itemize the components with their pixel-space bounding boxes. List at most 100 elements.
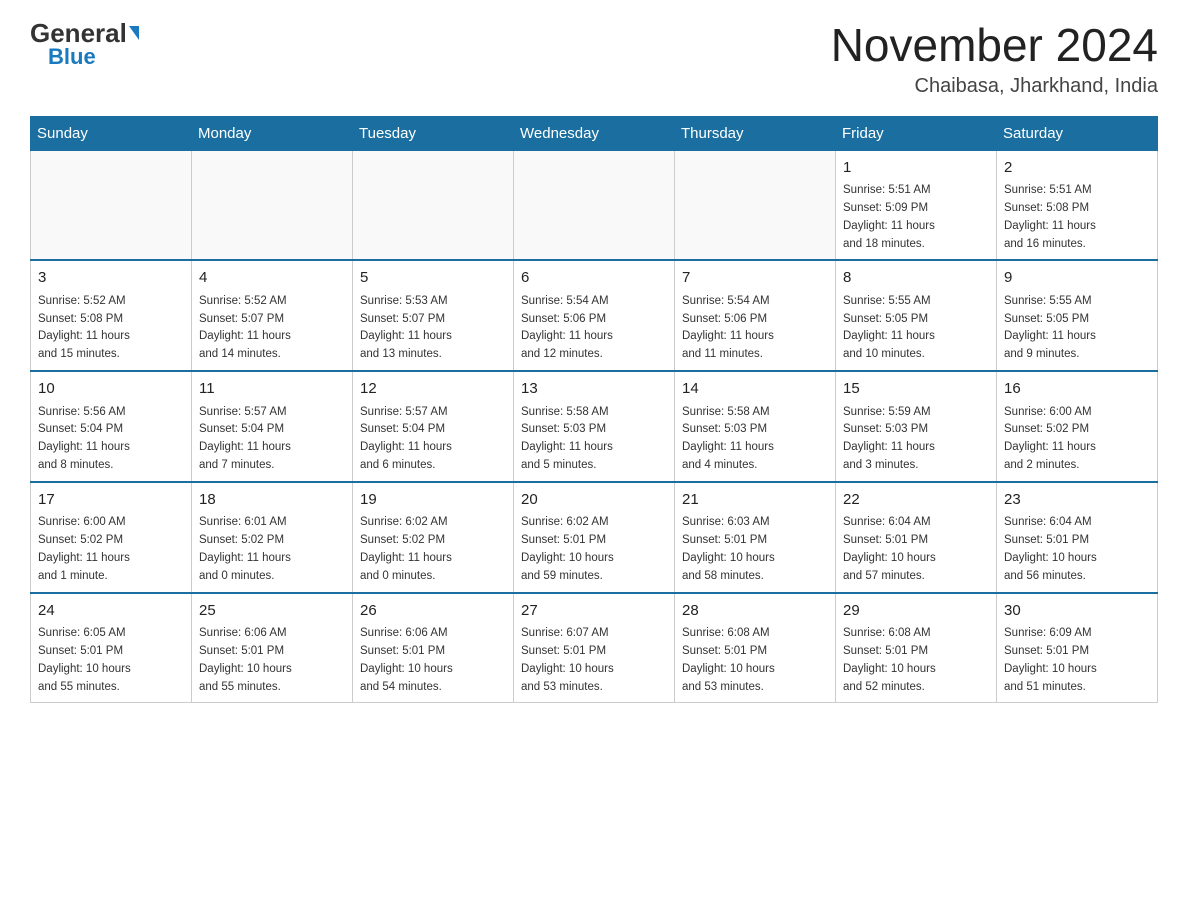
day-number: 24 [38, 600, 184, 623]
logo: General Blue [30, 20, 139, 68]
day-info: Sunrise: 6:09 AMSunset: 5:01 PMDaylight:… [1004, 625, 1150, 696]
day-info: Sunrise: 5:57 AMSunset: 5:04 PMDaylight:… [360, 404, 506, 475]
day-number: 9 [1004, 267, 1150, 290]
week-row-1: 1Sunrise: 5:51 AMSunset: 5:09 PMDaylight… [31, 150, 1158, 260]
calendar-cell: 9 Sunrise: 5:55 AMSunset: 5:05 PMDaylight… [997, 260, 1158, 371]
day-info: Sunrise: 6:02 AMSunset: 5:02 PMDaylight:… [360, 514, 506, 585]
day-info: Sunrise: 5:54 AMSunset: 5:06 PMDaylight:… [682, 293, 828, 364]
day-info: Sunrise: 5:51 AMSunset: 5:09 PMDaylight:… [843, 182, 989, 253]
calendar-cell: 17Sunrise: 6:00 AMSunset: 5:02 PMDayligh… [31, 482, 192, 593]
logo-triangle-icon [129, 26, 139, 40]
day-number: 20 [521, 489, 667, 512]
day-number: 29 [843, 600, 989, 623]
day-info: Sunrise: 5:54 AMSunset: 5:06 PMDaylight:… [521, 293, 667, 364]
calendar-cell [675, 150, 836, 260]
day-info: Sunrise: 6:06 AMSunset: 5:01 PMDaylight:… [199, 625, 345, 696]
day-number: 21 [682, 489, 828, 512]
day-number: 15 [843, 378, 989, 401]
calendar-cell: 5 Sunrise: 5:53 AMSunset: 5:07 PMDaylight… [353, 260, 514, 371]
week-row-2: 3Sunrise: 5:52 AMSunset: 5:08 PMDaylight… [31, 260, 1158, 371]
calendar-cell: 24Sunrise: 6:05 AMSunset: 5:01 PMDayligh… [31, 593, 192, 703]
calendar-cell: 12 Sunrise: 5:57 AMSunset: 5:04 PMDayligh… [353, 371, 514, 482]
calendar-table: SundayMondayTuesdayWednesdayThursdayFrid… [30, 116, 1158, 704]
day-info: Sunrise: 6:08 AMSunset: 5:01 PMDaylight:… [843, 625, 989, 696]
day-number: 26 [360, 600, 506, 623]
day-info: Sunrise: 5:58 AMSunset: 5:03 PMDaylight:… [682, 404, 828, 475]
day-number: 12 [360, 378, 506, 401]
week-row-5: 24Sunrise: 6:05 AMSunset: 5:01 PMDayligh… [31, 593, 1158, 703]
day-number: 16 [1004, 378, 1150, 401]
calendar-cell: 14Sunrise: 5:58 AMSunset: 5:03 PMDayligh… [675, 371, 836, 482]
calendar-cell: 29Sunrise: 6:08 AMSunset: 5:01 PMDayligh… [836, 593, 997, 703]
day-number: 4 [199, 267, 345, 290]
day-number: 1 [843, 157, 989, 180]
calendar-cell: 4 Sunrise: 5:52 AMSunset: 5:07 PMDaylight… [192, 260, 353, 371]
day-number: 28 [682, 600, 828, 623]
weekday-header-tuesday: Tuesday [353, 116, 514, 150]
day-number: 3 [38, 267, 184, 290]
calendar-cell: 7 Sunrise: 5:54 AMSunset: 5:06 PMDaylight… [675, 260, 836, 371]
calendar-cell: 15 Sunrise: 5:59 AMSunset: 5:03 PMDayligh… [836, 371, 997, 482]
day-number: 5 [360, 267, 506, 290]
calendar-cell: 11Sunrise: 5:57 AMSunset: 5:04 PMDayligh… [192, 371, 353, 482]
day-info: Sunrise: 6:02 AMSunset: 5:01 PMDaylight:… [521, 514, 667, 585]
weekday-header-friday: Friday [836, 116, 997, 150]
calendar-cell: 13 Sunrise: 5:58 AMSunset: 5:03 PMDayligh… [514, 371, 675, 482]
calendar-cell: 30Sunrise: 6:09 AMSunset: 5:01 PMDayligh… [997, 593, 1158, 703]
weekday-header-thursday: Thursday [675, 116, 836, 150]
day-number: 10 [38, 378, 184, 401]
calendar-cell: 22Sunrise: 6:04 AMSunset: 5:01 PMDayligh… [836, 482, 997, 593]
calendar-cell: 3Sunrise: 5:52 AMSunset: 5:08 PMDaylight… [31, 260, 192, 371]
day-info: Sunrise: 6:00 AMSunset: 5:02 PMDaylight:… [38, 514, 184, 585]
weekday-header-sunday: Sunday [31, 116, 192, 150]
day-info: Sunrise: 5:53 AMSunset: 5:07 PMDaylight:… [360, 293, 506, 364]
day-info: Sunrise: 5:56 AMSunset: 5:04 PMDaylight:… [38, 404, 184, 475]
day-number: 7 [682, 267, 828, 290]
day-info: Sunrise: 6:08 AMSunset: 5:01 PMDaylight:… [682, 625, 828, 696]
day-number: 19 [360, 489, 506, 512]
day-info: Sunrise: 6:06 AMSunset: 5:01 PMDaylight:… [360, 625, 506, 696]
day-number: 17 [38, 489, 184, 512]
day-info: Sunrise: 6:03 AMSunset: 5:01 PMDaylight:… [682, 514, 828, 585]
day-info: Sunrise: 6:01 AMSunset: 5:02 PMDaylight:… [199, 514, 345, 585]
day-info: Sunrise: 5:57 AMSunset: 5:04 PMDaylight:… [199, 404, 345, 475]
title-block: November 2024 Chaibasa, Jharkhand, India [831, 20, 1158, 98]
weekday-header-monday: Monday [192, 116, 353, 150]
day-info: Sunrise: 5:55 AMSunset: 5:05 PMDaylight:… [1004, 293, 1150, 364]
calendar-cell [514, 150, 675, 260]
day-number: 22 [843, 489, 989, 512]
day-info: Sunrise: 6:07 AMSunset: 5:01 PMDaylight:… [521, 625, 667, 696]
day-number: 25 [199, 600, 345, 623]
calendar-cell: 25Sunrise: 6:06 AMSunset: 5:01 PMDayligh… [192, 593, 353, 703]
day-info: Sunrise: 6:05 AMSunset: 5:01 PMDaylight:… [38, 625, 184, 696]
calendar-cell: 10 Sunrise: 5:56 AMSunset: 5:04 PMDayligh… [31, 371, 192, 482]
calendar-cell: 1Sunrise: 5:51 AMSunset: 5:09 PMDaylight… [836, 150, 997, 260]
day-number: 30 [1004, 600, 1150, 623]
calendar-cell: 16 Sunrise: 6:00 AMSunset: 5:02 PMDayligh… [997, 371, 1158, 482]
logo-blue-text: Blue [48, 46, 96, 68]
calendar-cell: 21Sunrise: 6:03 AMSunset: 5:01 PMDayligh… [675, 482, 836, 593]
day-info: Sunrise: 6:00 AMSunset: 5:02 PMDaylight:… [1004, 404, 1150, 475]
calendar-cell: 23Sunrise: 6:04 AMSunset: 5:01 PMDayligh… [997, 482, 1158, 593]
day-info: Sunrise: 5:58 AMSunset: 5:03 PMDaylight:… [521, 404, 667, 475]
calendar-cell [353, 150, 514, 260]
week-row-3: 10 Sunrise: 5:56 AMSunset: 5:04 PMDayligh… [31, 371, 1158, 482]
calendar-cell: 6Sunrise: 5:54 AMSunset: 5:06 PMDaylight… [514, 260, 675, 371]
calendar-cell: 2Sunrise: 5:51 AMSunset: 5:08 PMDaylight… [997, 150, 1158, 260]
calendar-cell: 19Sunrise: 6:02 AMSunset: 5:02 PMDayligh… [353, 482, 514, 593]
day-number: 27 [521, 600, 667, 623]
calendar-cell: 28Sunrise: 6:08 AMSunset: 5:01 PMDayligh… [675, 593, 836, 703]
day-info: Sunrise: 5:59 AMSunset: 5:03 PMDaylight:… [843, 404, 989, 475]
day-info: Sunrise: 6:04 AMSunset: 5:01 PMDaylight:… [1004, 514, 1150, 585]
weekday-header-row: SundayMondayTuesdayWednesdayThursdayFrid… [31, 116, 1158, 150]
day-number: 13 [521, 378, 667, 401]
week-row-4: 17Sunrise: 6:00 AMSunset: 5:02 PMDayligh… [31, 482, 1158, 593]
day-number: 18 [199, 489, 345, 512]
weekday-header-saturday: Saturday [997, 116, 1158, 150]
calendar-cell [192, 150, 353, 260]
calendar-cell [31, 150, 192, 260]
day-number: 8 [843, 267, 989, 290]
calendar-cell: 26Sunrise: 6:06 AMSunset: 5:01 PMDayligh… [353, 593, 514, 703]
day-info: Sunrise: 5:52 AMSunset: 5:07 PMDaylight:… [199, 293, 345, 364]
weekday-header-wednesday: Wednesday [514, 116, 675, 150]
